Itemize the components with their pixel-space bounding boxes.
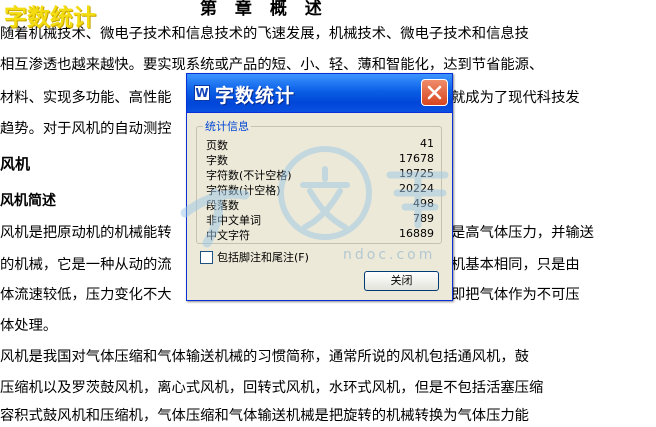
stat-value: 20224	[399, 182, 434, 195]
close-button[interactable]	[421, 79, 448, 106]
stat-label: 中文字符	[206, 229, 250, 242]
body-left-2: 的机械，它是一种从动的流	[0, 257, 172, 273]
body-right-2: 机基本相同，只是由	[451, 257, 580, 273]
stat-value: 19725	[399, 167, 434, 180]
stat-row-chars-no-spaces: 字符数(不计空格) 19725	[206, 167, 434, 182]
include-footnotes-checkbox[interactable]	[200, 251, 213, 264]
stat-label: 字符数(不计空格)	[206, 169, 292, 182]
word-count-dialog: W 字数统计 统计信息 页数 41 字数 17678 字符数(不计空格) 197…	[186, 73, 453, 301]
dialog-title: 字数统计	[215, 85, 296, 107]
stats-groupbox: 统计信息 页数 41 字数 17678 字符数(不计空格) 19725 字符数(…	[196, 118, 442, 244]
section-heading: 风机	[0, 155, 31, 173]
stat-label: 页数	[206, 139, 228, 152]
body-left-3: 体流速较低，压力变化不大	[0, 287, 172, 303]
doc-line-3-right: 就成为了现代科技发	[451, 90, 580, 106]
stat-value: 789	[413, 212, 434, 225]
doc-bottom-line-3: 容积式鼓风机和压缩机，气体压缩和气体输送机械是把旋转的机械转换为气体压力能	[0, 408, 529, 424]
doc-bottom-line-2: 压缩机以及罗茨鼓风机，离心式风机，回转式风机，水环式风机，但是不包括活塞压缩	[0, 380, 544, 396]
stat-value: 41	[420, 137, 434, 150]
doc-bottom-line-1: 风机是我国对气体压缩和气体输送机械的习惯简称，通常所说的风机包括通风机，鼓	[0, 349, 529, 365]
include-footnotes-label[interactable]: 包括脚注和尾注(F)	[217, 249, 309, 265]
stat-row-pages: 页数 41	[206, 137, 434, 152]
word-app-icon: W	[194, 85, 210, 101]
stat-row-paragraphs: 段落数 498	[206, 197, 434, 212]
stat-row-non-chinese-words: 非中文单词 789	[206, 212, 434, 227]
subsection-heading: 风机简述	[0, 193, 56, 209]
stat-label: 字数	[206, 154, 228, 167]
body-right-3: 即把气体作为不可压	[451, 287, 580, 303]
stat-value: 17678	[399, 152, 434, 165]
doc-line-4: 趋势。对于风机的自动测控	[0, 121, 172, 137]
stat-row-chinese-chars: 中文字符 16889	[206, 227, 434, 242]
stat-row-chars-with-spaces: 字符数(计空格) 20224	[206, 182, 434, 197]
group-label: 统计信息	[203, 118, 251, 134]
dialog-titlebar[interactable]: W 字数统计	[187, 74, 452, 113]
doc-line-1: 随着机械技术、微电子技术和信息技术的飞速发展，机械技术、微电子技术和信息技	[0, 26, 529, 42]
stat-value: 498	[413, 197, 434, 210]
chapter-heading: 第 章 概 述	[200, 0, 328, 19]
close-dialog-button[interactable]: 关闭	[364, 271, 439, 291]
stat-label: 字符数(计空格)	[206, 184, 281, 197]
close-icon	[427, 85, 442, 100]
stat-label: 段落数	[206, 199, 239, 212]
stat-label: 非中文单词	[206, 214, 261, 227]
body-right-1: 是高气体压力，并输送	[451, 225, 594, 241]
overlay-title: 字数统计	[4, 5, 96, 31]
body-left-1: 风机是把原动机的机械能转	[0, 225, 172, 241]
doc-line-3: 材料、实现多功能、高性能	[0, 90, 172, 106]
stat-row-words: 字数 17678	[206, 152, 434, 167]
stat-value: 16889	[399, 227, 434, 240]
body-left-4: 体处理。	[0, 318, 58, 334]
